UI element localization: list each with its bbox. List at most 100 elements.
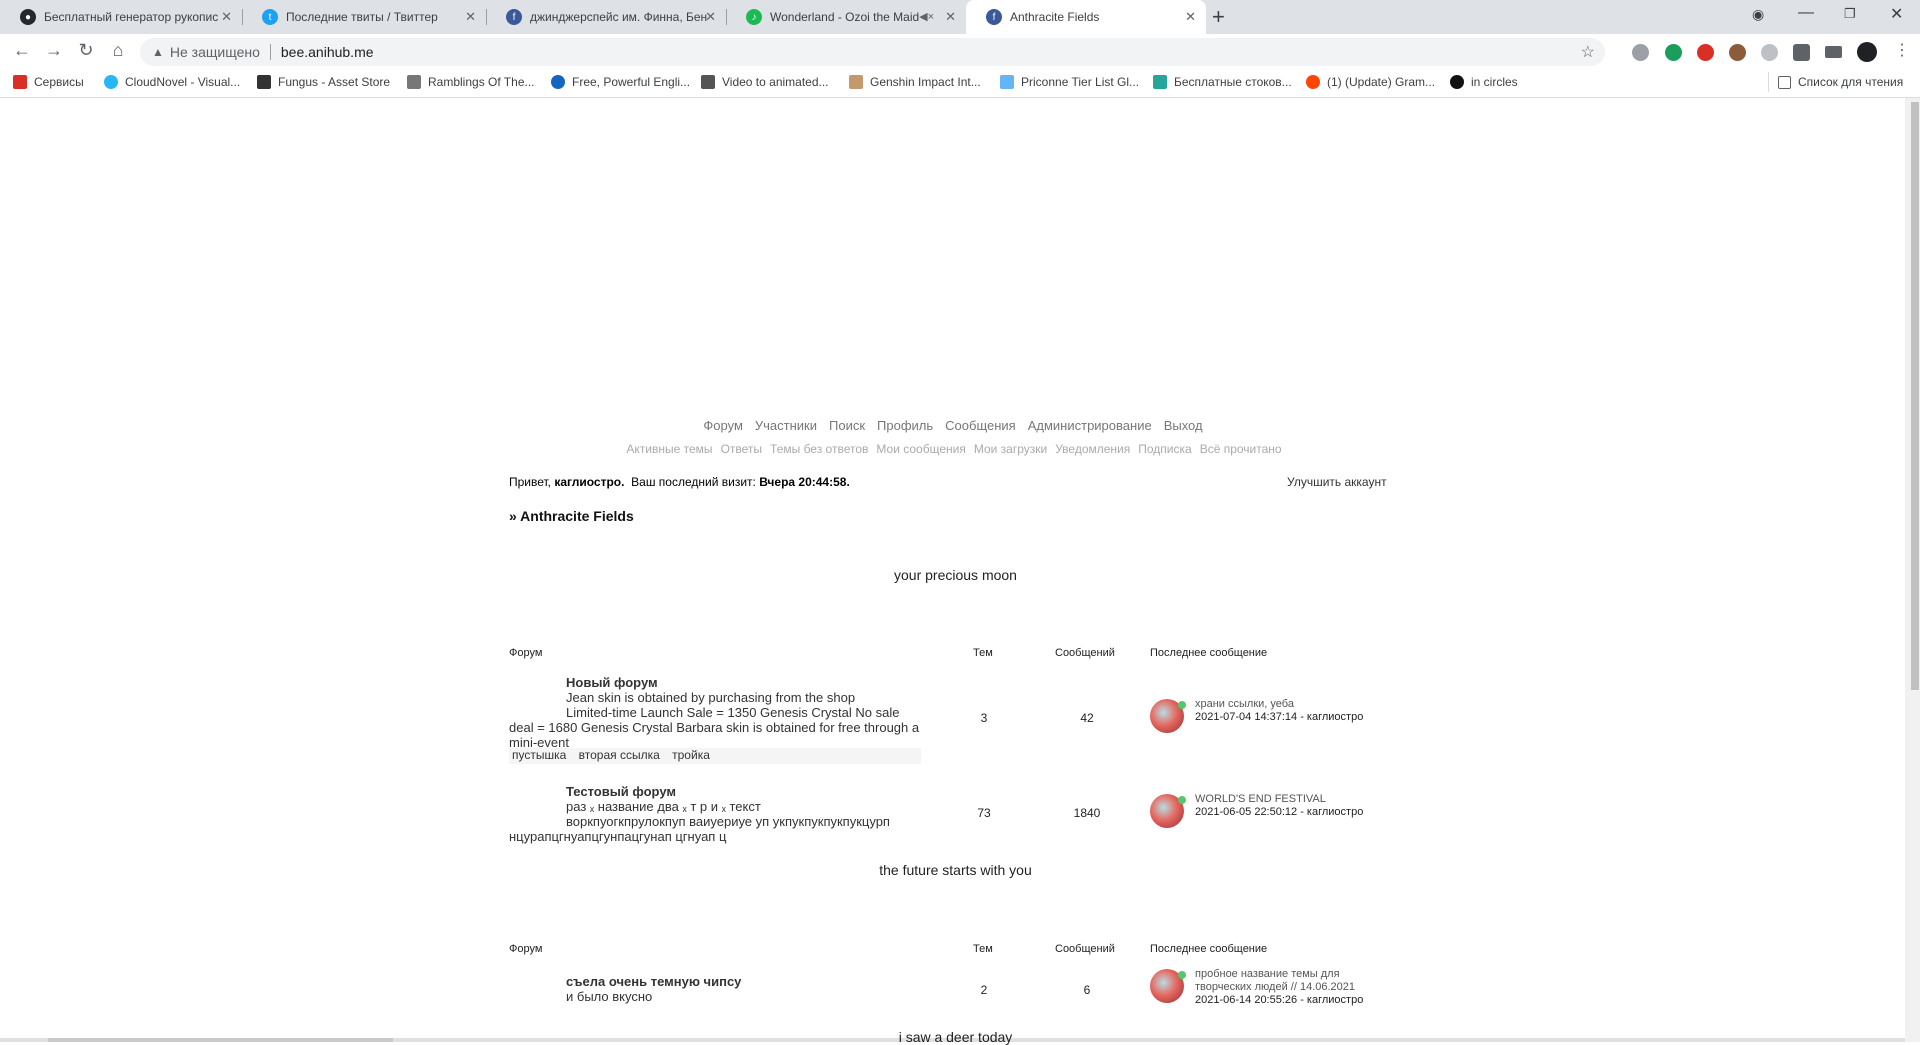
subnav-my-uploads[interactable]: Мои загрузки	[974, 442, 1047, 456]
forum-name[interactable]: съела очень темную чипсу	[566, 974, 741, 989]
forum-name[interactable]: Тестовый форум	[566, 784, 676, 799]
nav-admin[interactable]: Администрирование	[1028, 418, 1152, 433]
subnav-subscriptions[interactable]: Подписка	[1138, 442, 1191, 456]
reload-icon[interactable]: ↻	[74, 40, 98, 61]
avatar[interactable]	[1150, 969, 1186, 1003]
new-tab-button[interactable]: +	[1212, 4, 1225, 30]
warning-icon[interactable]: ▲	[152, 45, 164, 59]
bookmark-star-icon[interactable]: ☆	[1581, 42, 1595, 62]
scrollbar-thumb[interactable]	[1911, 102, 1919, 690]
subforum-link[interactable]: тройка	[672, 748, 710, 762]
horizontal-scrollbar-thumb[interactable]	[48, 1038, 393, 1042]
header-forum: Форум	[509, 647, 543, 659]
media-control-icon[interactable]	[1825, 46, 1842, 58]
tab-search-icon[interactable]: ◉	[1752, 6, 1764, 23]
subnav-mark-all-read[interactable]: Всё прочитано	[1200, 442, 1282, 456]
tab-1[interactable]: ● Бесплатный генератор рукопис ✕	[0, 0, 242, 34]
username[interactable]: каглиостро.	[554, 475, 624, 489]
nav-logout[interactable]: Выход	[1164, 418, 1203, 433]
bookmark-video[interactable]: Video to animated...	[701, 75, 829, 89]
blog-icon	[407, 75, 421, 89]
bookmark-cloudnovel[interactable]: CloudNovel - Visual...	[104, 75, 240, 89]
bookmark-label: in circles	[1471, 75, 1518, 89]
subnav-active-topics[interactable]: Активные темы	[626, 442, 712, 456]
header-last-post: Последнее сообщение	[1150, 943, 1268, 955]
post-count: 1840	[1073, 806, 1101, 820]
tab-3[interactable]: f джинджерспейс им. Финна, Бен ✕	[486, 0, 726, 34]
grammarly-extension-icon[interactable]	[1665, 44, 1682, 61]
adblock-extension-icon[interactable]	[1697, 44, 1714, 61]
address-bar[interactable]: ▲ Не защищено bee.anihub.me ☆	[140, 38, 1605, 66]
back-arrow-icon[interactable]: ←	[10, 40, 34, 61]
category-title[interactable]: your precious moon	[509, 567, 1402, 583]
upgrade-account-link[interactable]: Улучшить аккаунт	[1287, 475, 1387, 489]
bookmark-genshin[interactable]: Genshin Impact Int...	[849, 75, 981, 89]
last-post-title[interactable]: пробное название темы для творческих люд…	[1195, 968, 1395, 994]
nav-search[interactable]: Поиск	[829, 418, 865, 433]
close-tab-icon[interactable]: ✕	[465, 9, 476, 25]
stock-icon	[1153, 75, 1167, 89]
tab-4[interactable]: ♪ Wonderland - Ozoi the Maid ◀× ✕	[726, 0, 966, 34]
close-tab-icon[interactable]: ✕	[945, 9, 956, 25]
close-tab-icon[interactable]: ✕	[1185, 9, 1196, 25]
bookmark-stock[interactable]: Бесплатные стоков...	[1153, 75, 1292, 89]
subforum-link[interactable]: вторая ссылка	[579, 748, 660, 762]
security-label[interactable]: Не защищено	[170, 44, 260, 60]
subnav-my-posts[interactable]: Мои сообщения	[876, 442, 965, 456]
nav-messages[interactable]: Сообщения	[945, 418, 1016, 433]
extensions-puzzle-icon[interactable]	[1793, 44, 1810, 61]
game-icon	[1000, 75, 1014, 89]
close-tab-icon[interactable]: ✕	[705, 9, 716, 25]
close-window-button[interactable]: ✕	[1890, 4, 1903, 24]
camera-extension-icon[interactable]	[1761, 44, 1778, 61]
bookmark-ramblings[interactable]: Ramblings Of The...	[407, 75, 535, 89]
close-tab-icon[interactable]: ✕	[221, 9, 232, 25]
category-title[interactable]: i saw a deer today	[509, 1029, 1402, 1045]
cookie-extension-icon[interactable]	[1729, 44, 1746, 61]
forum-name[interactable]: Новый форум	[566, 675, 658, 690]
bookmark-fungus[interactable]: Fungus - Asset Store	[257, 75, 390, 89]
bookmark-label: Сервисы	[34, 75, 84, 89]
reading-list[interactable]: Список для чтения	[1778, 75, 1903, 89]
bookmark-apps[interactable]: Сервисы	[13, 75, 84, 89]
subnav-replies[interactable]: Ответы	[721, 442, 762, 456]
url-text[interactable]: bee.anihub.me	[281, 44, 374, 60]
bookmark-dictionary[interactable]: Free, Powerful Engli...	[551, 75, 690, 89]
main-navigation: Форум Участники Поиск Профиль Сообщения Админ…	[683, 418, 1223, 433]
bookmark-in-circles[interactable]: in circles	[1450, 75, 1518, 89]
avatar[interactable]	[1150, 699, 1186, 733]
bookmark-priconne[interactable]: Priconne Tier List Gl...	[1000, 75, 1139, 89]
home-icon[interactable]: ⌂	[106, 40, 130, 61]
tab-5-active[interactable]: f Anthracite Fields ✕	[966, 0, 1206, 34]
welcome-line: Привет, каглиостро. Ваш последний визит:…	[509, 475, 850, 489]
subnav-notifications[interactable]: Уведомления	[1055, 442, 1130, 456]
forum-icon: f	[986, 9, 1002, 25]
forum-description: раз ₓ название два ₓ т р и ₓ текст	[566, 799, 761, 814]
profile-avatar[interactable]	[1857, 42, 1877, 62]
bookmark-reddit[interactable]: (1) (Update) Gram...	[1306, 75, 1435, 89]
translate-extension-icon[interactable]	[1632, 44, 1649, 61]
restore-button[interactable]: ❐	[1844, 6, 1856, 22]
minimize-button[interactable]: —	[1798, 4, 1814, 22]
tab-2[interactable]: t Последние твиты / Твиттер ✕	[242, 0, 486, 34]
breadcrumb[interactable]: » Anthracite Fields	[509, 508, 634, 524]
address-divider	[269, 44, 271, 60]
forward-arrow-icon[interactable]: →	[42, 40, 66, 61]
nav-profile[interactable]: Профиль	[877, 418, 933, 433]
nav-forum[interactable]: Форум	[703, 418, 743, 433]
dictionary-icon	[551, 75, 565, 89]
speaker-muted-icon[interactable]: ◀×	[919, 10, 934, 23]
subnav-unanswered[interactable]: Темы без ответов	[770, 442, 868, 456]
bookmarks-bar: Сервисы CloudNovel - Visual... Fungus - …	[0, 70, 1920, 98]
tab-title: Бесплатный генератор рукопис	[44, 10, 219, 24]
bookmark-label: Free, Powerful Engli...	[572, 75, 691, 89]
avatar[interactable]	[1150, 794, 1186, 828]
nav-members[interactable]: Участники	[755, 418, 817, 433]
last-post-title[interactable]: храни ссылки, уеба	[1195, 698, 1395, 711]
last-post-title[interactable]: WORLD'S END FESTIVAL	[1195, 793, 1395, 806]
header-posts: Сообщений	[1055, 943, 1115, 955]
subforum-link[interactable]: пустышка	[512, 748, 566, 762]
bookmark-divider	[1768, 72, 1769, 92]
menu-kebab-icon[interactable]: ⋮	[1890, 40, 1914, 60]
category-title[interactable]: the future starts with you	[509, 862, 1402, 878]
